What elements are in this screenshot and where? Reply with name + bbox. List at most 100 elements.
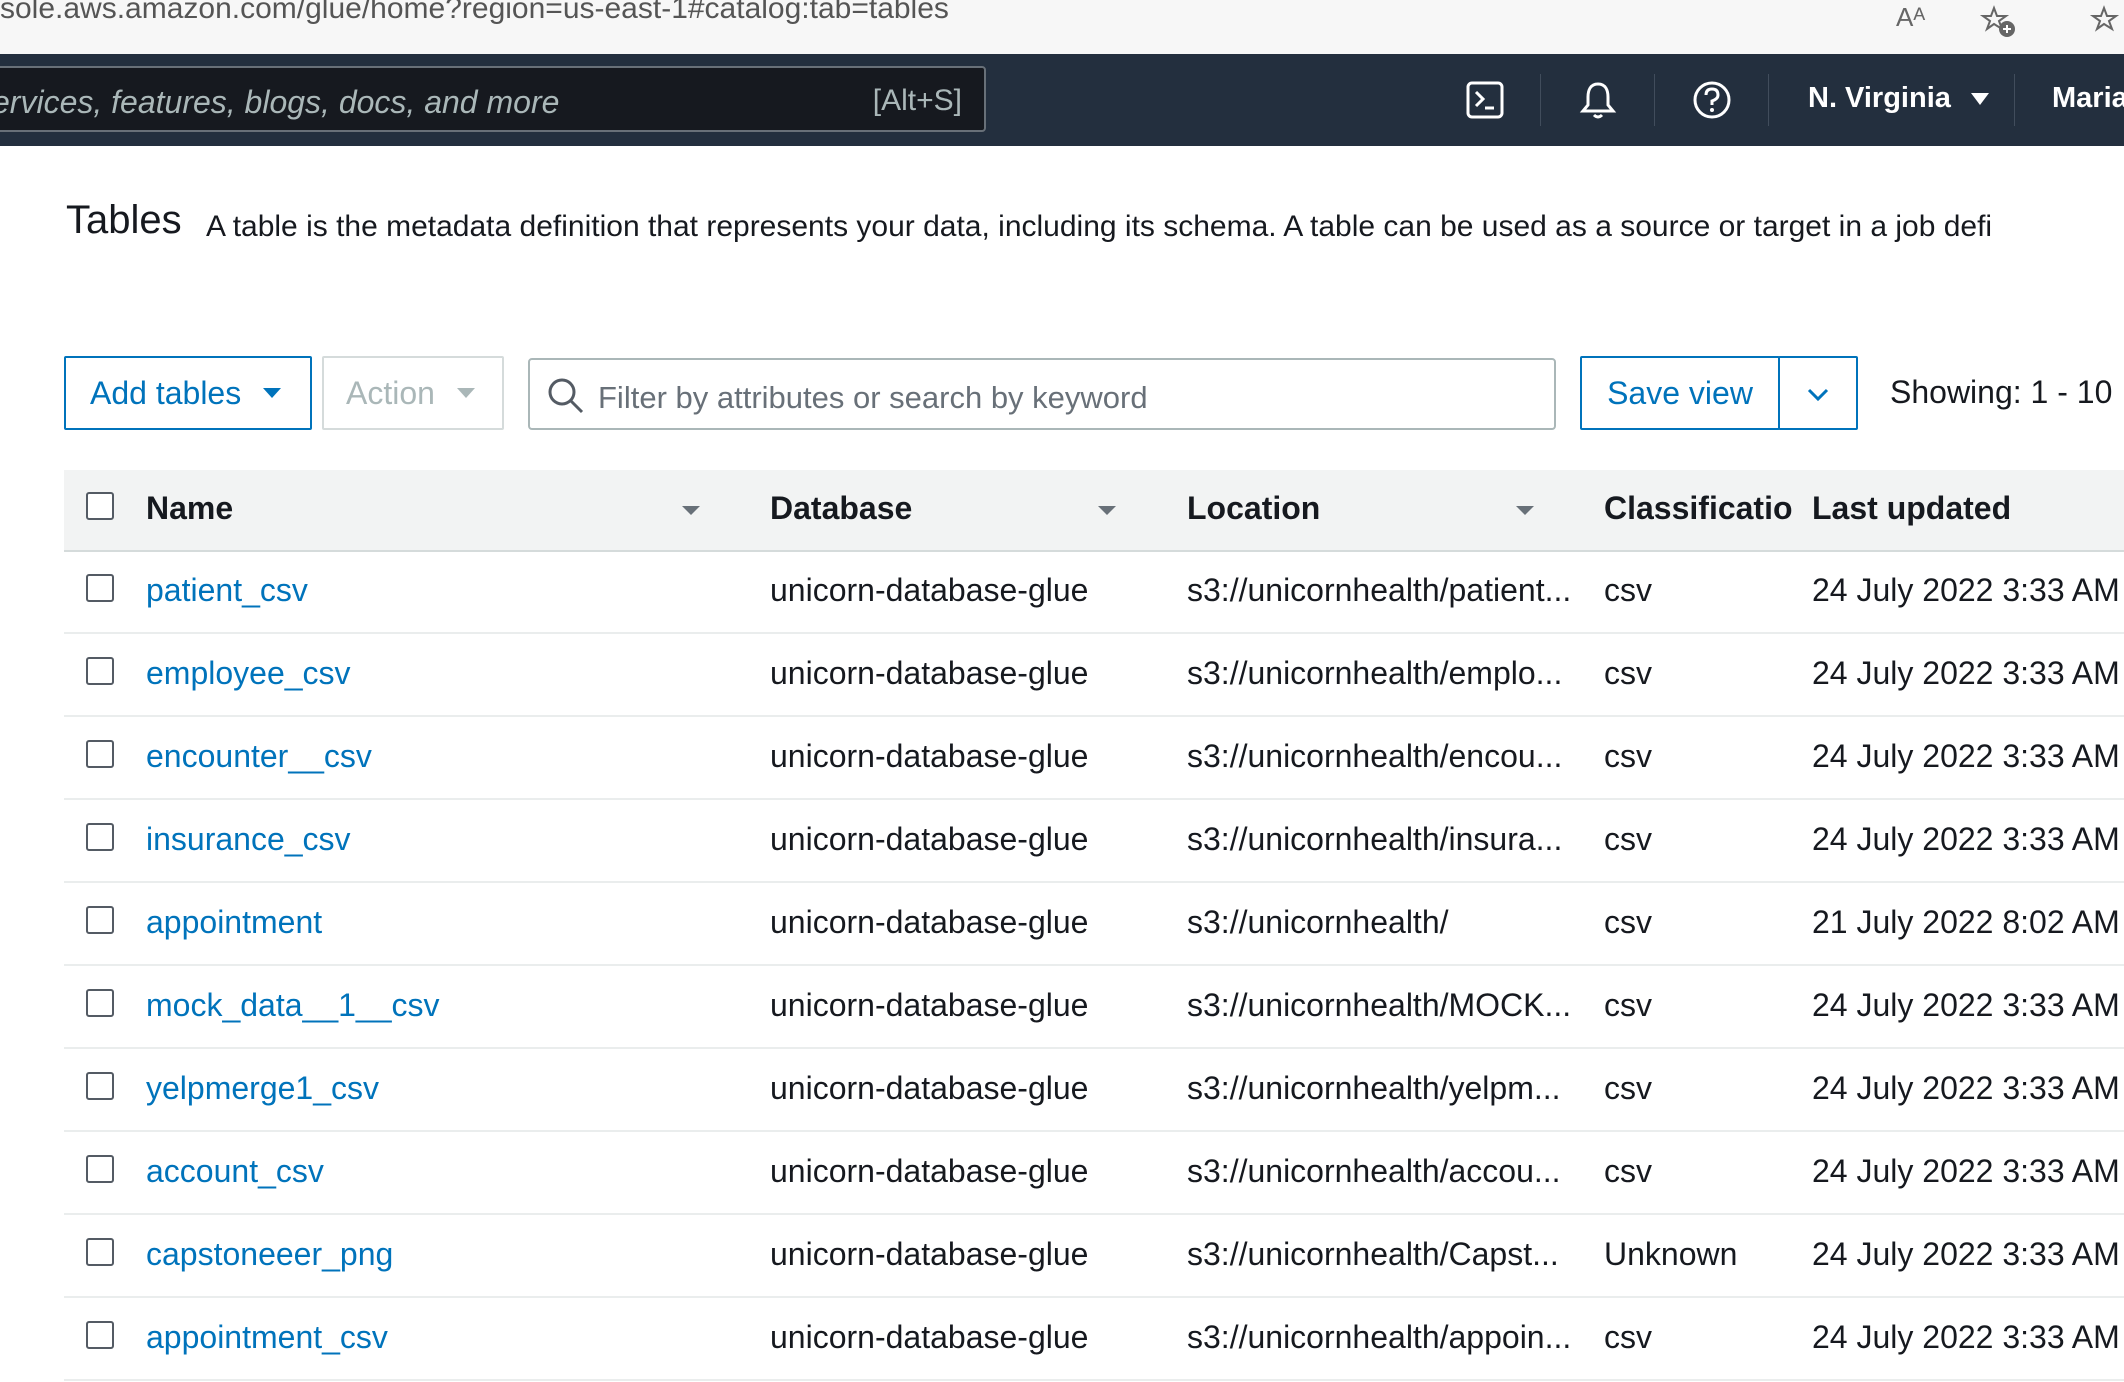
table-row[interactable]: capstoneeer_png unicorn-database-glue s3:/… <box>64 1214 2124 1298</box>
classification-cell: csv <box>1604 738 1652 774</box>
aws-top-nav: ervices, features, blogs, docs, and more… <box>0 54 2124 146</box>
save-view-dropdown-button[interactable] <box>1778 356 1858 430</box>
row-checkbox[interactable] <box>86 906 114 934</box>
row-checkbox[interactable] <box>86 1238 114 1266</box>
database-cell: unicorn-database-glue <box>770 821 1089 857</box>
last-updated-cell: 24 July 2022 3:33 AM <box>1812 821 2120 857</box>
table-row[interactable]: employee_csv unicorn-database-glue s3://un… <box>64 633 2124 717</box>
database-cell: unicorn-database-glue <box>770 572 1089 608</box>
table-name-link[interactable]: mock_data__1__csv <box>146 987 440 1024</box>
location-cell: s3://unicornhealth/accou... <box>1187 1153 1561 1189</box>
bell-icon[interactable] <box>1576 78 1620 122</box>
search-shortcut: [Alt+S] <box>872 84 962 117</box>
last-updated-cell: 24 July 2022 3:33 AM <box>1812 1070 2120 1106</box>
row-checkbox[interactable] <box>86 574 114 602</box>
last-updated-cell: 24 July 2022 3:33 AM <box>1812 987 2120 1023</box>
location-cell: s3://unicornhealth/ <box>1187 904 1449 940</box>
sort-caret-icon[interactable] <box>1098 506 1116 515</box>
database-cell: unicorn-database-glue <box>770 738 1089 774</box>
action-label: Action <box>346 374 435 411</box>
classification-cell: csv <box>1604 655 1652 691</box>
row-checkbox[interactable] <box>86 1155 114 1183</box>
location-cell: s3://unicornhealth/yelpm... <box>1187 1070 1561 1106</box>
table-row[interactable]: appointment unicorn-database-glue s3://uni… <box>64 882 2124 966</box>
nav-divider <box>2014 74 2015 126</box>
region-label: N. Virginia <box>1808 82 1951 114</box>
table-row[interactable]: yelpmerge1_csv unicorn-database-glue s3://… <box>64 1048 2124 1132</box>
database-cell: unicorn-database-glue <box>770 1153 1089 1189</box>
classification-cell: csv <box>1604 1319 1652 1355</box>
help-icon[interactable] <box>1690 78 1734 122</box>
nav-divider <box>1654 74 1655 126</box>
user-menu[interactable]: Maria <box>2052 82 2124 115</box>
caret-down-icon <box>1970 93 1989 106</box>
last-updated-cell: 21 July 2022 8:02 AM <box>1812 904 2120 940</box>
table-row[interactable]: encounter__csv unicorn-database-glue s3://… <box>64 716 2124 800</box>
table-row[interactable]: insurance_csv unicorn-database-glue s3://u… <box>64 799 2124 883</box>
caret-down-icon <box>456 388 475 398</box>
table-name-link[interactable]: capstoneeer_png <box>146 1236 393 1273</box>
sort-caret-icon[interactable] <box>1516 506 1534 515</box>
database-cell: unicorn-database-glue <box>770 1319 1089 1355</box>
database-cell: unicorn-database-glue <box>770 904 1089 940</box>
sort-caret-icon[interactable] <box>682 506 700 515</box>
nav-divider <box>1768 74 1769 126</box>
last-updated-cell: 24 July 2022 3:33 AM <box>1812 1236 2120 1272</box>
location-cell: s3://unicornhealth/MOCK... <box>1187 987 1572 1023</box>
save-view-button[interactable]: Save view <box>1580 356 1780 430</box>
classification-cell: csv <box>1604 987 1652 1023</box>
column-header-last-updated[interactable]: Last updated <box>1812 490 2011 527</box>
region-selector[interactable]: N. Virginia <box>1808 82 1989 115</box>
column-header-location[interactable]: Location <box>1187 490 1320 527</box>
row-checkbox[interactable] <box>86 823 114 851</box>
table-name-link[interactable]: appointment_csv <box>146 1319 388 1356</box>
chevron-down-icon <box>1804 375 1832 412</box>
select-all-checkbox[interactable] <box>86 492 114 520</box>
column-header-classification[interactable]: Classificatio <box>1604 490 1816 527</box>
last-updated-cell: 24 July 2022 3:33 AM <box>1812 1153 2120 1189</box>
classification-cell: Unknown <box>1604 1236 1738 1272</box>
read-aloud-icon[interactable]: Aᴬ <box>1896 2 1925 33</box>
page-description: A table is the metadata definition that … <box>206 210 1993 243</box>
database-cell: unicorn-database-glue <box>770 987 1089 1023</box>
table-name-link[interactable]: insurance_csv <box>146 821 351 858</box>
add-tables-label: Add tables <box>90 374 242 411</box>
column-header-name[interactable]: Name <box>146 490 233 527</box>
table-row[interactable]: patient_csv unicorn-database-glue s3://uni… <box>64 550 2124 634</box>
table-name-link[interactable]: employee_csv <box>146 655 351 692</box>
classification-cell: csv <box>1604 1153 1652 1189</box>
add-favorite-icon[interactable] <box>1978 2 2018 49</box>
row-checkbox[interactable] <box>86 657 114 685</box>
location-cell: s3://unicornhealth/Capst... <box>1187 1236 1559 1272</box>
location-cell: s3://unicornhealth/insura... <box>1187 821 1563 857</box>
add-tables-button[interactable]: Add tables <box>64 356 312 430</box>
table-name-link[interactable]: yelpmerge1_csv <box>146 1070 379 1107</box>
last-updated-cell: 24 July 2022 3:33 AM <box>1812 1319 2120 1355</box>
row-checkbox[interactable] <box>86 989 114 1017</box>
caret-down-icon <box>263 388 282 398</box>
table-name-link[interactable]: appointment <box>146 904 322 941</box>
table-name-link[interactable]: encounter__csv <box>146 738 372 775</box>
nav-divider <box>1540 74 1541 126</box>
page-title: Tables <box>66 198 182 242</box>
classification-cell: csv <box>1604 1070 1652 1106</box>
column-header-database[interactable]: Database <box>770 490 912 527</box>
database-cell: unicorn-database-glue <box>770 1236 1089 1272</box>
table-name-link[interactable]: patient_csv <box>146 572 308 609</box>
global-search-input[interactable]: ervices, features, blogs, docs, and more… <box>0 66 986 132</box>
table-row[interactable]: appointment_csv unicorn-database-glue s3:/… <box>64 1297 2124 1381</box>
last-updated-cell: 24 July 2022 3:33 AM <box>1812 655 2120 691</box>
row-checkbox[interactable] <box>86 1072 114 1100</box>
table-row[interactable]: mock_data__1__csv unicorn-database-glue s3… <box>64 965 2124 1049</box>
address-url[interactable]: sole.aws.amazon.com/glue/home?region=us-… <box>0 0 949 26</box>
table-row[interactable]: account_csv unicorn-database-glue s3://uni… <box>64 1131 2124 1215</box>
location-cell: s3://unicornhealth/encou... <box>1187 738 1563 774</box>
table-name-link[interactable]: account_csv <box>146 1153 324 1190</box>
row-checkbox[interactable] <box>86 1321 114 1349</box>
table-filter-input[interactable]: Filter by attributes or search by keywor… <box>528 358 1556 430</box>
last-updated-cell: 24 July 2022 3:33 AM <box>1812 738 2120 774</box>
action-button[interactable]: Action <box>322 356 504 430</box>
favorites-icon[interactable] <box>2084 2 2124 49</box>
row-checkbox[interactable] <box>86 740 114 768</box>
cloudshell-icon[interactable] <box>1464 78 1508 122</box>
